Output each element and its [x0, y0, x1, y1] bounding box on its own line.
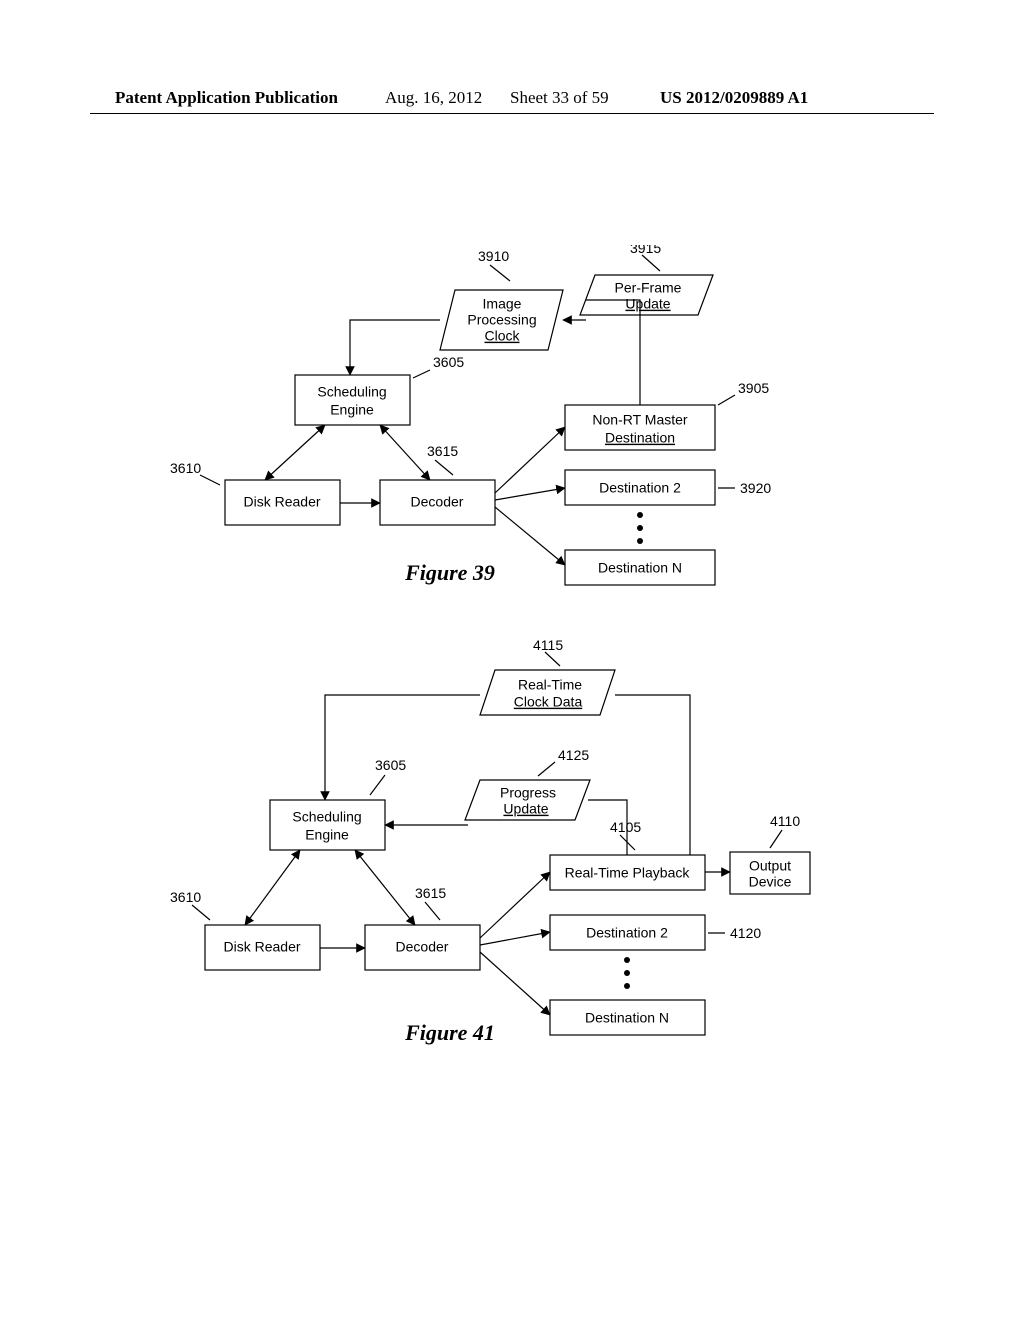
scheduling-engine-41-l1: Scheduling	[292, 809, 361, 825]
ref-4125: 4125	[558, 747, 589, 763]
destination-n-f41-label: Destination N	[585, 1010, 669, 1026]
non-rt-master-destination: Non-RT Master Destination	[565, 405, 715, 450]
figure-39: Image Processing Clock 3910 Per-Frame Up…	[170, 245, 940, 605]
image-processing-clock-l1: Image	[483, 296, 522, 312]
image-processing-clock-l2: Processing	[467, 312, 536, 328]
real-time-playback: Real-Time Playback	[550, 855, 705, 890]
header-date: Aug. 16, 2012	[385, 88, 482, 108]
per-frame-update-l2: Update	[625, 296, 670, 312]
ref-4120: 4120	[730, 925, 761, 941]
ref-3910: 3910	[478, 248, 509, 264]
ref-3610: 3610	[170, 460, 201, 476]
figure-41-caption: Figure 41	[404, 1020, 495, 1045]
ref-3610-41: 3610	[170, 889, 201, 905]
real-time-clock-data: Real-Time Clock Data	[480, 670, 615, 715]
scheduling-engine-l1: Scheduling	[317, 384, 386, 400]
destination-2-f41: Destination 2	[550, 915, 705, 950]
ref-3615-41: 3615	[415, 885, 446, 901]
destination-2-f39: Destination 2	[565, 470, 715, 505]
destination-n-label-f39: Destination N	[598, 560, 682, 576]
destination-2-label-f39: Destination 2	[599, 480, 681, 496]
ref-3605: 3605	[433, 354, 464, 370]
disk-reader: Disk Reader	[225, 480, 340, 525]
ref-4115: 4115	[533, 640, 563, 653]
ref-3615: 3615	[427, 443, 458, 459]
decoder-label: Decoder	[411, 494, 464, 510]
scheduling-engine-41-l2: Engine	[305, 827, 349, 843]
figure-41: Real-Time Clock Data 4115 Progress Updat…	[170, 640, 940, 1060]
decoder-41: Decoder	[365, 925, 480, 970]
ref-4105: 4105	[610, 819, 641, 835]
ref-3605-41: 3605	[375, 757, 406, 773]
non-rt-master-l1: Non-RT Master	[592, 412, 688, 428]
image-processing-clock-l3: Clock	[484, 328, 520, 344]
ref-3920: 3920	[740, 480, 771, 496]
progress-l2: Update	[503, 801, 548, 817]
scheduling-engine-l2: Engine	[330, 402, 374, 418]
image-processing-clock: Image Processing Clock	[440, 290, 563, 350]
non-rt-master-l2: Destination	[605, 430, 675, 446]
figure-39-caption: Figure 39	[404, 560, 495, 585]
destination-n-f39: Destination N	[565, 550, 715, 585]
header-rule	[90, 113, 934, 114]
header-sheet: Sheet 33 of 59	[510, 88, 609, 108]
output-device-l1: Output	[749, 858, 791, 874]
disk-reader-41-label: Disk Reader	[223, 939, 300, 955]
scheduling-engine: Scheduling Engine	[295, 375, 410, 425]
output-device: Output Device	[730, 852, 810, 894]
decoder: Decoder	[380, 480, 495, 525]
disk-reader-label: Disk Reader	[243, 494, 320, 510]
header-publication: Patent Application Publication	[115, 88, 338, 108]
per-frame-update-l1: Per-Frame	[615, 280, 682, 296]
ref-4110: 4110	[770, 813, 800, 829]
decoder-41-label: Decoder	[396, 939, 449, 955]
scheduling-engine-41: Scheduling Engine	[270, 800, 385, 850]
rt-clock-l2: Clock Data	[514, 694, 583, 710]
progress-l1: Progress	[500, 785, 556, 801]
disk-reader-41: Disk Reader	[205, 925, 320, 970]
header-code: US 2012/0209889 A1	[660, 88, 808, 108]
real-time-playback-label: Real-Time Playback	[565, 865, 691, 881]
progress-update: Progress Update	[465, 780, 590, 820]
destination-2-f41-label: Destination 2	[586, 925, 668, 941]
ref-3915: 3915	[630, 245, 661, 256]
destination-n-f41: Destination N	[550, 1000, 705, 1035]
output-device-l2: Device	[749, 874, 792, 890]
per-frame-update: Per-Frame Update	[580, 275, 713, 315]
ref-3905: 3905	[738, 380, 769, 396]
rt-clock-l1: Real-Time	[518, 677, 582, 693]
